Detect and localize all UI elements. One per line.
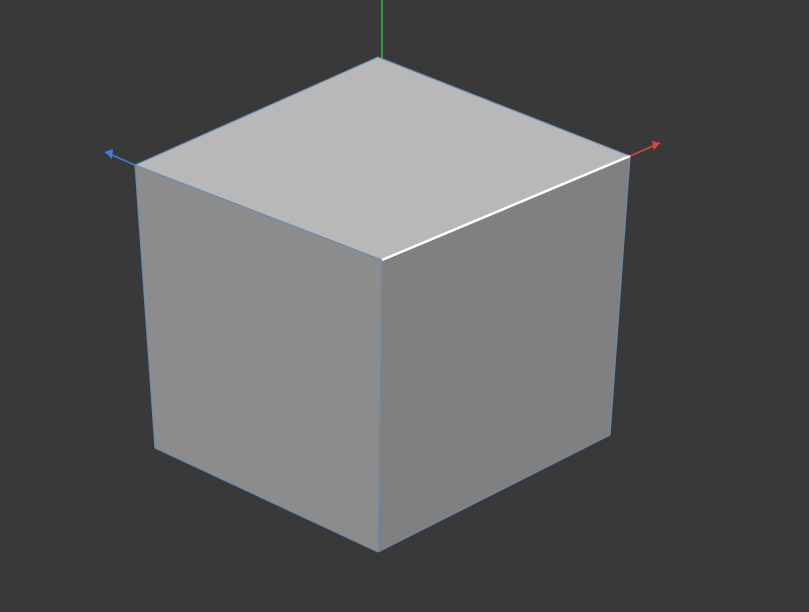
viewport-3d[interactable] — [0, 0, 809, 612]
scene-svg — [0, 0, 809, 612]
axis-z — [105, 149, 135, 165]
axis-x — [630, 141, 660, 156]
